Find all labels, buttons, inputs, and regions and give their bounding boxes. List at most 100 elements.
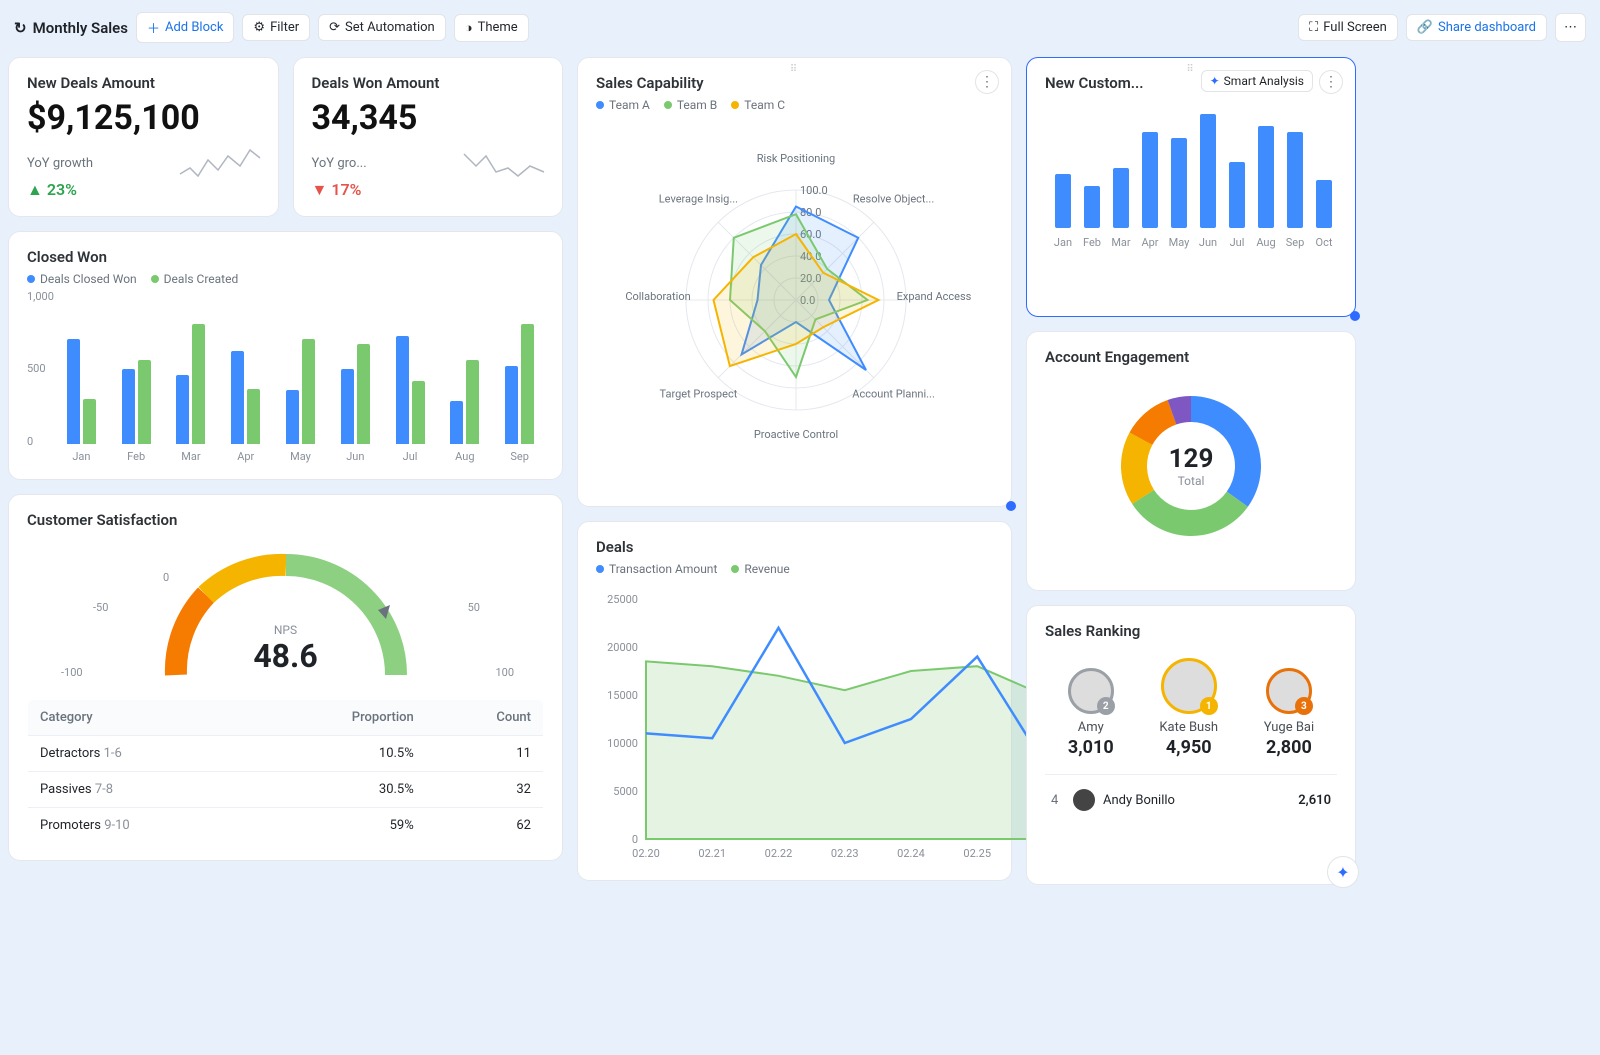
new-customers-card[interactable]: ⠿ ✦Smart Analysis ⋮ New Custom... JanFeb… — [1026, 57, 1356, 317]
svg-text:Jan: Jan — [1054, 236, 1072, 249]
svg-text:15000: 15000 — [607, 689, 638, 702]
legend: Deals Closed Won Deals Created — [27, 272, 544, 286]
rank-score: 2,800 — [1264, 737, 1314, 758]
sparkle-icon: ✦ — [1210, 74, 1220, 88]
rank-score: 3,010 — [1068, 737, 1114, 758]
automation-label: Set Automation — [345, 20, 435, 35]
svg-text:02.25: 02.25 — [963, 847, 991, 860]
card-title: Customer Satisfaction — [27, 511, 544, 529]
card-more-button[interactable]: ⋮ — [975, 70, 999, 94]
kpi-value: $9,125,100 — [27, 98, 260, 138]
svg-text:02.20: 02.20 — [632, 847, 660, 860]
svg-text:Aug: Aug — [1256, 236, 1275, 249]
svg-text:Mar: Mar — [1111, 236, 1131, 249]
kpi-value: 34,345 — [312, 98, 545, 138]
sparkline — [464, 146, 544, 180]
nps-label: NPS — [253, 623, 317, 637]
filter-label: Filter — [270, 20, 299, 35]
rank-name: Andy Bonillo — [1103, 793, 1175, 808]
donut-total-label: Total — [1169, 474, 1214, 488]
more-icon: ⋯ — [1564, 20, 1577, 35]
selection-handle[interactable] — [1350, 311, 1360, 321]
theme-label: Theme — [478, 20, 518, 35]
svg-text:Resolve Object...: Resolve Object... — [853, 192, 934, 205]
card-more-button[interactable]: ⋮ — [1319, 70, 1343, 94]
svg-text:5000: 5000 — [613, 785, 638, 798]
closed-won-card[interactable]: Closed Won Deals Closed Won Deals Create… — [8, 231, 563, 480]
fullscreen-label: Full Screen — [1323, 20, 1387, 35]
donut-total: 129 — [1169, 444, 1214, 474]
share-icon: 🔗 — [1417, 20, 1433, 35]
svg-text:Proactive Control: Proactive Control — [754, 428, 838, 441]
automation-icon: ⟳ — [329, 20, 340, 35]
rank-name: Yuge Bai — [1264, 720, 1314, 735]
rank-name: Amy — [1068, 720, 1114, 735]
svg-text:Account Planni...: Account Planni... — [852, 388, 935, 401]
plus-icon: ＋ — [147, 18, 160, 37]
rank-list: 4 Andy Bonillo 2,610 — [1045, 774, 1337, 815]
fullscreen-icon: ⛶ — [1309, 20, 1318, 35]
more-button[interactable]: ⋯ — [1555, 13, 1586, 42]
automation-button[interactable]: ⟳ Set Automation — [318, 14, 446, 41]
sales-ranking-card[interactable]: Sales Ranking 2 Amy 3,010 1 Kate Bush 4,… — [1026, 605, 1356, 885]
list-item[interactable]: 4 Andy Bonillo 2,610 — [1045, 785, 1337, 815]
svg-text:May: May — [1169, 236, 1191, 249]
avatar: 3 — [1266, 668, 1312, 714]
theme-button[interactable]: ◑Theme — [454, 14, 529, 42]
add-block-button[interactable]: ＋ Add Block — [136, 12, 234, 43]
page-title: Monthly Sales — [33, 19, 128, 37]
kpi-new-deals[interactable]: New Deals Amount $9,125,100 YoY growth ▲… — [8, 57, 279, 217]
svg-text:Risk Positioning: Risk Positioning — [757, 152, 835, 165]
svg-text:0: 0 — [632, 833, 638, 846]
filter-button[interactable]: ⚙ Filter — [242, 14, 310, 41]
smart-analysis-button[interactable]: ✦Smart Analysis — [1201, 70, 1313, 92]
svg-text:02.21: 02.21 — [698, 847, 726, 860]
new-customers-chart: JanFebMarAprMayJunJulAugSepOct — [1045, 98, 1345, 258]
svg-text:20000: 20000 — [607, 641, 638, 654]
fullscreen-button[interactable]: ⛶ Full Screen — [1298, 14, 1398, 41]
legend: Transaction Amount Revenue — [596, 562, 993, 576]
svg-text:100.0: 100.0 — [800, 184, 828, 197]
svg-text:25000: 25000 — [607, 593, 638, 606]
th-category: Category — [28, 700, 255, 736]
rank-first: 1 Kate Bush 4,950 — [1159, 658, 1218, 758]
add-block-label: Add Block — [165, 20, 223, 35]
card-title: Account Engagement — [1045, 348, 1337, 366]
kpi-title: New Deals Amount — [27, 74, 260, 92]
card-title: Closed Won — [27, 248, 544, 266]
avatar: 1 — [1161, 658, 1217, 714]
kpi-delta: ▼ 17% — [312, 180, 545, 200]
rank-score: 2,610 — [1298, 793, 1331, 808]
closed-won-chart: 1,000 500 0 — [27, 294, 544, 444]
svg-text:Oct: Oct — [1316, 236, 1333, 249]
svg-text:Leverage Insig...: Leverage Insig... — [659, 192, 738, 205]
sparkle-fab[interactable]: ✦ — [1327, 856, 1359, 888]
filter-icon: ⚙ — [253, 20, 265, 35]
kpi-deals-won[interactable]: Deals Won Amount 34,345 YoY gro... ▼ 17% — [293, 57, 564, 217]
th-proportion: Proportion — [255, 700, 426, 736]
deals-card[interactable]: Deals Transaction Amount Revenue 0500010… — [577, 521, 1012, 881]
svg-text:Apr: Apr — [1141, 236, 1158, 249]
sales-capability-card[interactable]: ⠿ ⋮ Sales Capability Team A Team B Team … — [577, 57, 1012, 507]
share-button[interactable]: 🔗Share dashboard — [1406, 14, 1547, 41]
drag-handle-icon[interactable]: ⠿ — [1186, 64, 1195, 75]
drag-handle-icon[interactable]: ⠿ — [790, 64, 799, 75]
card-title: Sales Ranking — [1045, 622, 1337, 640]
radar-chart: Risk Positioning Resolve Object... Expand … — [596, 120, 996, 480]
history-icon: ↻ — [14, 19, 27, 37]
kpi-sublabel: YoY growth — [27, 156, 93, 171]
rank-name: Kate Bush — [1159, 720, 1218, 735]
satisfaction-table: Category Proportion Count Detractors 1-6… — [27, 699, 544, 844]
svg-text:02.22: 02.22 — [765, 847, 793, 860]
rank-score: 4,950 — [1159, 737, 1218, 758]
donut-chart: 129 Total — [1045, 376, 1337, 556]
th-count: Count — [426, 700, 544, 736]
card-title: Sales Capability — [596, 74, 993, 92]
legend: Team A Team B Team C — [596, 98, 993, 112]
account-engagement-card[interactable]: Account Engagement 129 Total — [1026, 331, 1356, 591]
svg-text:Jul: Jul — [1230, 236, 1245, 249]
customer-satisfaction-card[interactable]: Customer Satisfaction -100 -50 0 50 100 … — [8, 494, 563, 861]
svg-text:Expand Access: Expand Access — [897, 290, 972, 303]
svg-text:02.23: 02.23 — [831, 847, 859, 860]
selection-handle[interactable] — [1006, 501, 1016, 511]
